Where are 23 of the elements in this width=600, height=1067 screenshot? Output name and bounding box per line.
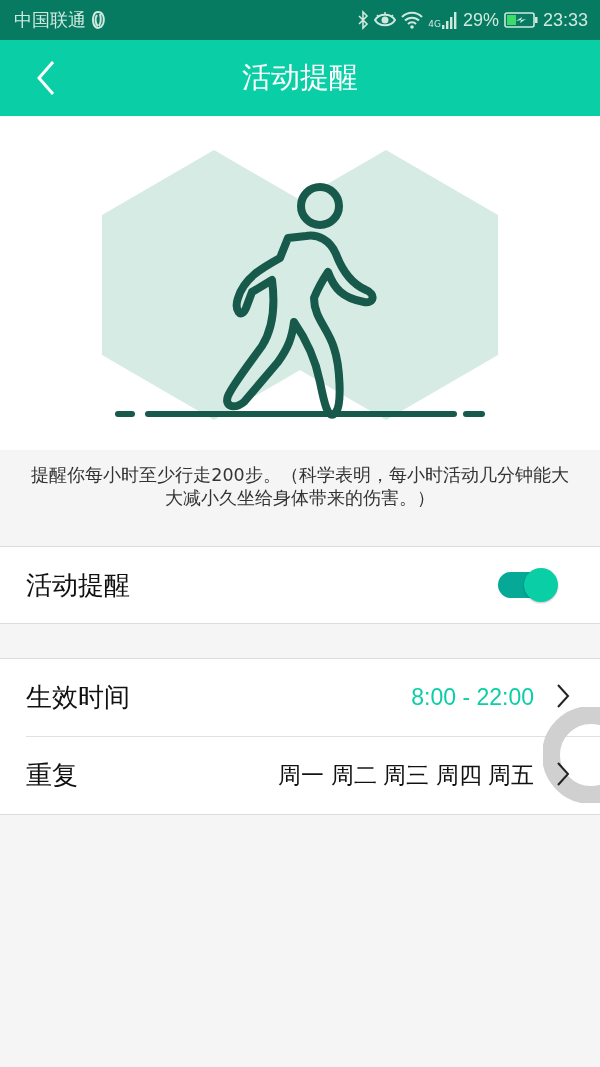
setting-row[interactable]: 重复 周一 周二 周三 周四 周五 [26, 736, 600, 814]
chevron-right-icon [556, 760, 570, 787]
setting-row[interactable]: 生效时间 8:00 - 22:00 [0, 659, 600, 736]
wifi-icon [401, 11, 424, 29]
setting-label: 活动提醒 [26, 568, 131, 602]
setting-value: 8:00 - 22:00 [411, 684, 534, 711]
setting-label: 重复 [26, 759, 79, 792]
chevron-right-icon [556, 682, 570, 709]
setting-value: 周一 周二 周三 周四 周五 [278, 761, 534, 790]
eye-icon [374, 12, 397, 28]
description-text: 提醒你每小时至少行走200步。（科学表明，每小时活动几分钟能大大减小久坐给身体带来的伤害。） [30, 464, 570, 510]
clock-time: 23:33 [542, 9, 588, 31]
screen-title: 活动提醒 [241, 59, 359, 96]
signal-icon [441, 11, 458, 29]
battery-percent: 29% [462, 9, 499, 31]
toggle-switch[interactable] [496, 566, 560, 604]
swirl-icon [91, 10, 105, 30]
setting-label: 生效时间 [26, 681, 131, 714]
carrier-name: 中国联通 [14, 9, 86, 32]
floating-button-icon[interactable] [543, 707, 600, 803]
battery-icon [503, 12, 538, 28]
bluetooth-icon [357, 10, 370, 30]
network-type: 4G [428, 18, 441, 29]
